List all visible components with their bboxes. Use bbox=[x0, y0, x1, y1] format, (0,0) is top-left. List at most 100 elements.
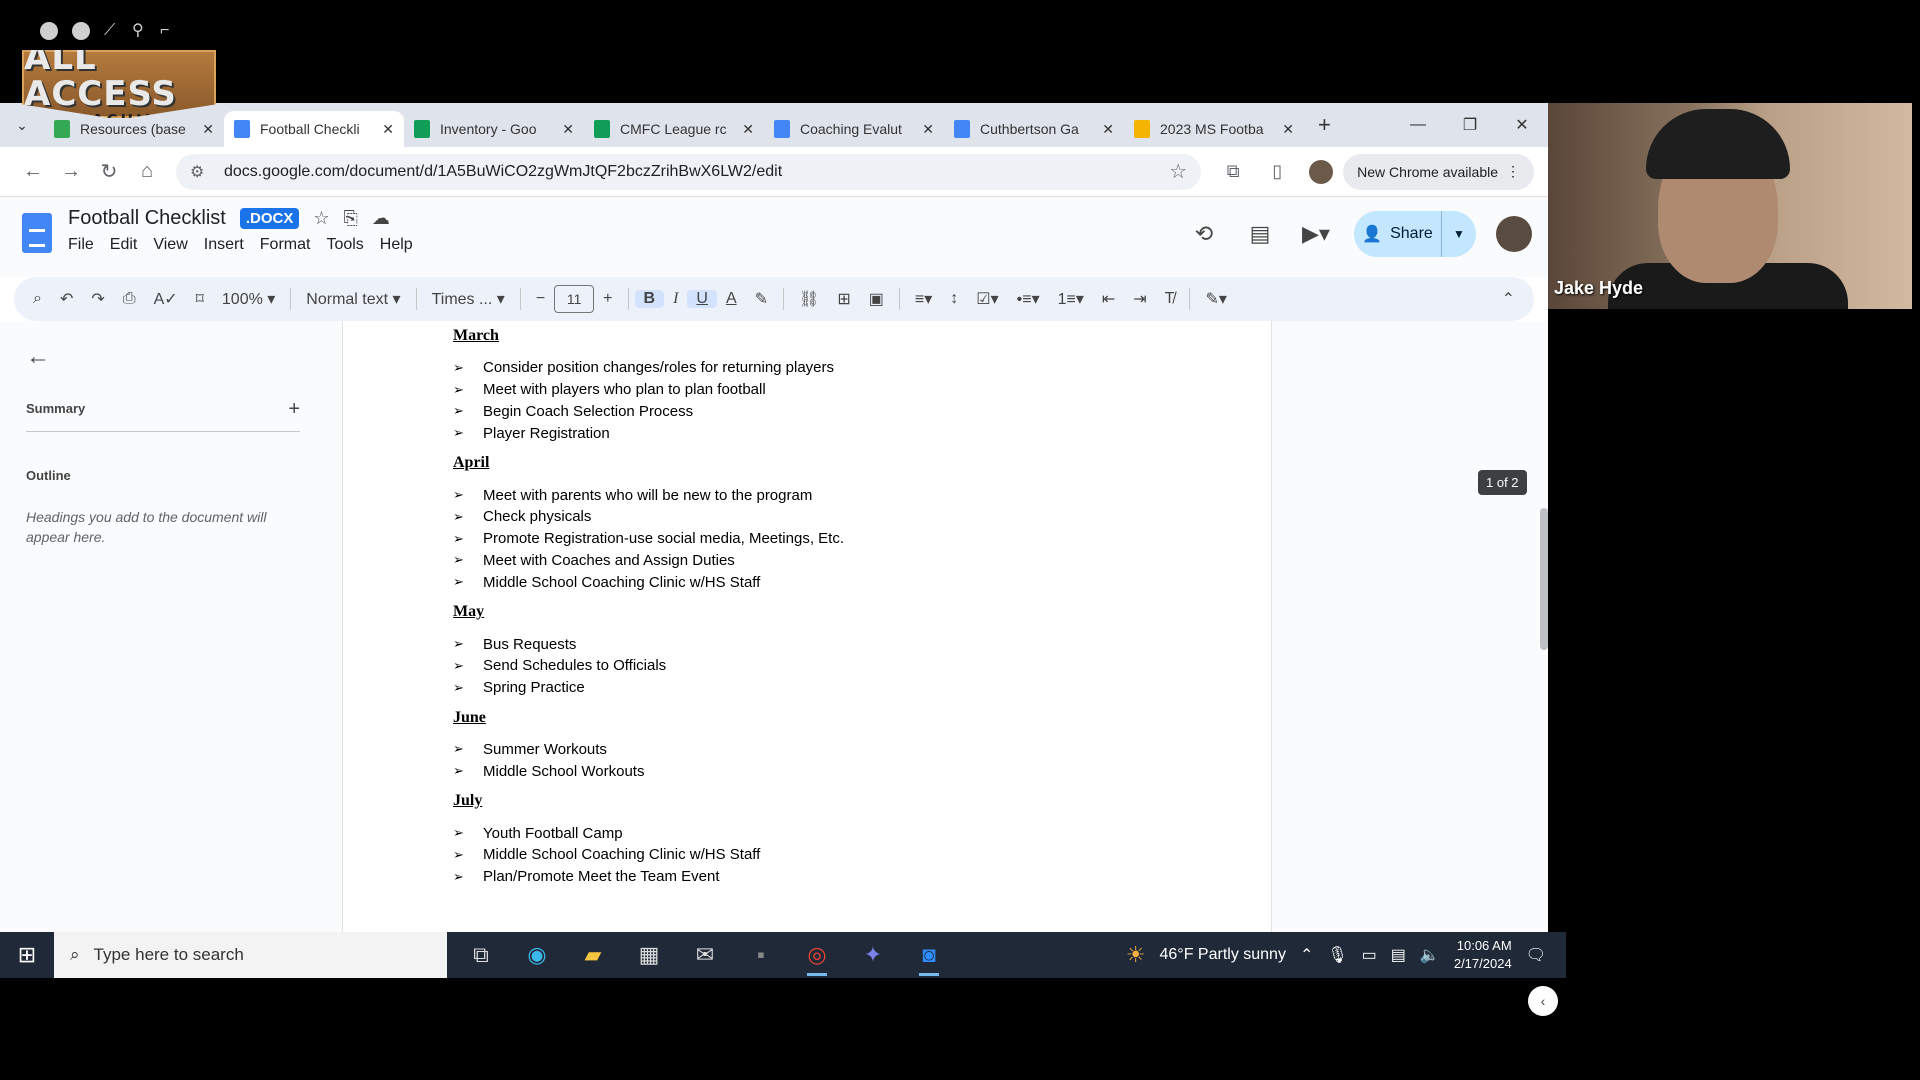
menu-view[interactable]: View bbox=[153, 236, 187, 254]
browser-tab[interactable]: Coaching Evalut ✕ bbox=[764, 111, 944, 147]
font-size-input[interactable]: 11 bbox=[554, 285, 595, 313]
italic-button[interactable]: I bbox=[664, 290, 687, 308]
collapse-menus-icon[interactable]: ⌃ bbox=[1493, 289, 1524, 309]
zoom-select[interactable]: 100% ▾ bbox=[213, 289, 284, 309]
browser-tab[interactable]: Inventory - Goo ✕ bbox=[404, 111, 584, 147]
battery-icon[interactable]: ▭ bbox=[1362, 945, 1377, 965]
increase-font-size-button[interactable]: + bbox=[594, 290, 621, 308]
highlight-icon[interactable]: ✎ bbox=[746, 289, 777, 309]
align-icon[interactable]: ≡▾ bbox=[906, 289, 941, 309]
teams-icon[interactable]: ✦ bbox=[845, 932, 901, 978]
document-page[interactable]: March ➢ Consider position changes/roles fo… bbox=[342, 321, 1272, 932]
tab-close-icon[interactable]: ✕ bbox=[382, 121, 394, 138]
image-icon[interactable]: ▣ bbox=[860, 289, 893, 309]
browser-tab[interactable]: 2023 MS Footba ✕ bbox=[1124, 111, 1304, 147]
cloud-status-icon[interactable]: ☁ bbox=[372, 208, 390, 229]
meet-icon[interactable]: ▶▾ bbox=[1288, 221, 1344, 247]
restore-button[interactable]: ❐ bbox=[1444, 115, 1496, 135]
menu-edit[interactable]: Edit bbox=[110, 236, 138, 254]
search-menus-icon[interactable]: ⌕ bbox=[24, 290, 51, 308]
close-outline-icon[interactable]: ← bbox=[26, 343, 340, 371]
editing-mode-icon[interactable]: ✎▾ bbox=[1196, 289, 1235, 309]
move-folder-icon[interactable]: ⎘ bbox=[344, 208, 358, 229]
share-dropdown-icon[interactable]: ▼ bbox=[1442, 227, 1476, 241]
account-avatar[interactable] bbox=[1496, 216, 1532, 252]
comments-icon[interactable]: ▤ bbox=[1232, 221, 1288, 247]
increase-indent-icon[interactable]: ⇥ bbox=[1124, 289, 1155, 309]
browser-tab[interactable]: Cuthbertson Ga ✕ bbox=[944, 111, 1124, 147]
minimize-button[interactable]: — bbox=[1392, 116, 1444, 134]
more-options-icon[interactable]: ⋮ bbox=[1506, 163, 1520, 180]
tab-close-icon[interactable]: ✕ bbox=[1102, 121, 1114, 138]
tab-close-icon[interactable]: ✕ bbox=[742, 121, 754, 138]
print-icon[interactable]: ⎙ bbox=[114, 290, 145, 308]
numbered-list-icon[interactable]: 1≡▾ bbox=[1049, 289, 1093, 309]
site-info-icon[interactable]: ⚙ bbox=[190, 162, 224, 182]
menu-insert[interactable]: Insert bbox=[204, 236, 244, 254]
taskbar-search[interactable]: ⌕ Type here to search bbox=[54, 932, 447, 978]
share-button[interactable]: 👤 Share ▼ bbox=[1354, 211, 1476, 257]
tray-chevron-icon[interactable]: ⌃ bbox=[1300, 945, 1313, 965]
zoom-icon[interactable]: ◙ bbox=[901, 932, 957, 978]
weather-text[interactable]: 46°F Partly sunny bbox=[1160, 946, 1286, 964]
text-color-button[interactable]: A bbox=[717, 290, 746, 308]
menu-format[interactable]: Format bbox=[260, 236, 311, 254]
clock[interactable]: 10:06 AM 2/17/2024 bbox=[1454, 937, 1512, 973]
style-select[interactable]: Normal text ▾ bbox=[297, 289, 409, 309]
document-title[interactable]: Football Checklist bbox=[68, 207, 226, 230]
docs-logo-icon[interactable] bbox=[22, 213, 52, 253]
star-icon[interactable]: ☆ bbox=[313, 208, 329, 229]
comment-add-icon[interactable]: ⊞ bbox=[828, 289, 859, 309]
underline-button[interactable]: U bbox=[687, 290, 717, 308]
version-history-icon[interactable]: ⟲ bbox=[1176, 221, 1232, 247]
browser-tab[interactable]: CMFC League rc ✕ bbox=[584, 111, 764, 147]
decrease-font-size-button[interactable]: − bbox=[527, 290, 554, 308]
paint-format-icon[interactable]: ⌑ bbox=[187, 289, 213, 309]
add-summary-icon[interactable]: + bbox=[288, 399, 300, 419]
file-explorer-icon[interactable]: ▰ bbox=[565, 932, 621, 978]
profile-avatar[interactable] bbox=[1309, 159, 1334, 184]
extensions-icon[interactable]: ⧉ bbox=[1211, 161, 1255, 182]
edge-icon[interactable]: ◉ bbox=[509, 932, 565, 978]
mail-icon[interactable]: ✉ bbox=[677, 932, 733, 978]
decrease-indent-icon[interactable]: ⇤ bbox=[1093, 289, 1124, 309]
app-m-icon[interactable]: ▪ bbox=[733, 932, 789, 978]
close-window-button[interactable]: ✕ bbox=[1496, 115, 1548, 135]
side-panel-toggle[interactable]: ‹ bbox=[1528, 986, 1558, 1016]
tab-close-icon[interactable]: ✕ bbox=[1282, 121, 1294, 138]
store-icon[interactable]: ▦ bbox=[621, 932, 677, 978]
home-button[interactable]: ⌂ bbox=[128, 160, 166, 183]
tab-close-icon[interactable]: ✕ bbox=[922, 121, 934, 138]
reload-button[interactable]: ↻ bbox=[90, 159, 128, 184]
weather-icon[interactable]: ☀ bbox=[1126, 942, 1146, 968]
link-icon[interactable]: ⛓ bbox=[790, 289, 828, 309]
bold-button[interactable]: B bbox=[634, 290, 665, 308]
spellcheck-icon[interactable]: A✓ bbox=[145, 289, 187, 309]
task-view-icon[interactable]: ⧉ bbox=[453, 932, 509, 978]
undo-icon[interactable]: ↶ bbox=[51, 289, 82, 309]
microphone-icon[interactable]: 🎙 bbox=[1327, 945, 1347, 965]
tab-close-icon[interactable]: ✕ bbox=[562, 121, 574, 138]
line-spacing-icon[interactable]: ↕ bbox=[941, 290, 967, 308]
redo-icon[interactable]: ↷ bbox=[82, 289, 113, 309]
address-bar[interactable]: ⚙ docs.google.com/document/d/1A5BuWiCO2z… bbox=[176, 153, 1202, 190]
checklist-icon[interactable]: ☑▾ bbox=[967, 289, 1007, 309]
notifications-icon[interactable]: 🗨 bbox=[1526, 945, 1546, 965]
font-select[interactable]: Times ... ▾ bbox=[423, 289, 514, 309]
menu-file[interactable]: File bbox=[68, 236, 94, 254]
forward-button[interactable]: → bbox=[52, 160, 90, 183]
back-button[interactable]: ← bbox=[14, 160, 52, 183]
start-button[interactable]: ⊞ bbox=[0, 942, 54, 968]
menu-tools[interactable]: Tools bbox=[326, 236, 363, 254]
volume-icon[interactable]: 🔈 bbox=[1420, 945, 1440, 965]
bookmark-star-icon[interactable]: ☆ bbox=[1169, 159, 1187, 184]
bullet-list-icon[interactable]: •≡▾ bbox=[1008, 289, 1049, 309]
clear-formatting-icon[interactable]: T̸ bbox=[1156, 290, 1184, 308]
network-icon[interactable]: ▤ bbox=[1391, 945, 1406, 965]
browser-tab[interactable]: Football Checkli ✕ bbox=[224, 111, 404, 147]
new-chrome-button[interactable]: New Chrome available ⋮ bbox=[1343, 153, 1534, 190]
side-panel-icon[interactable]: ▯ bbox=[1255, 161, 1299, 182]
menu-help[interactable]: Help bbox=[380, 236, 413, 254]
scrollbar-thumb[interactable] bbox=[1540, 508, 1548, 650]
new-tab-button[interactable]: + bbox=[1318, 112, 1331, 138]
